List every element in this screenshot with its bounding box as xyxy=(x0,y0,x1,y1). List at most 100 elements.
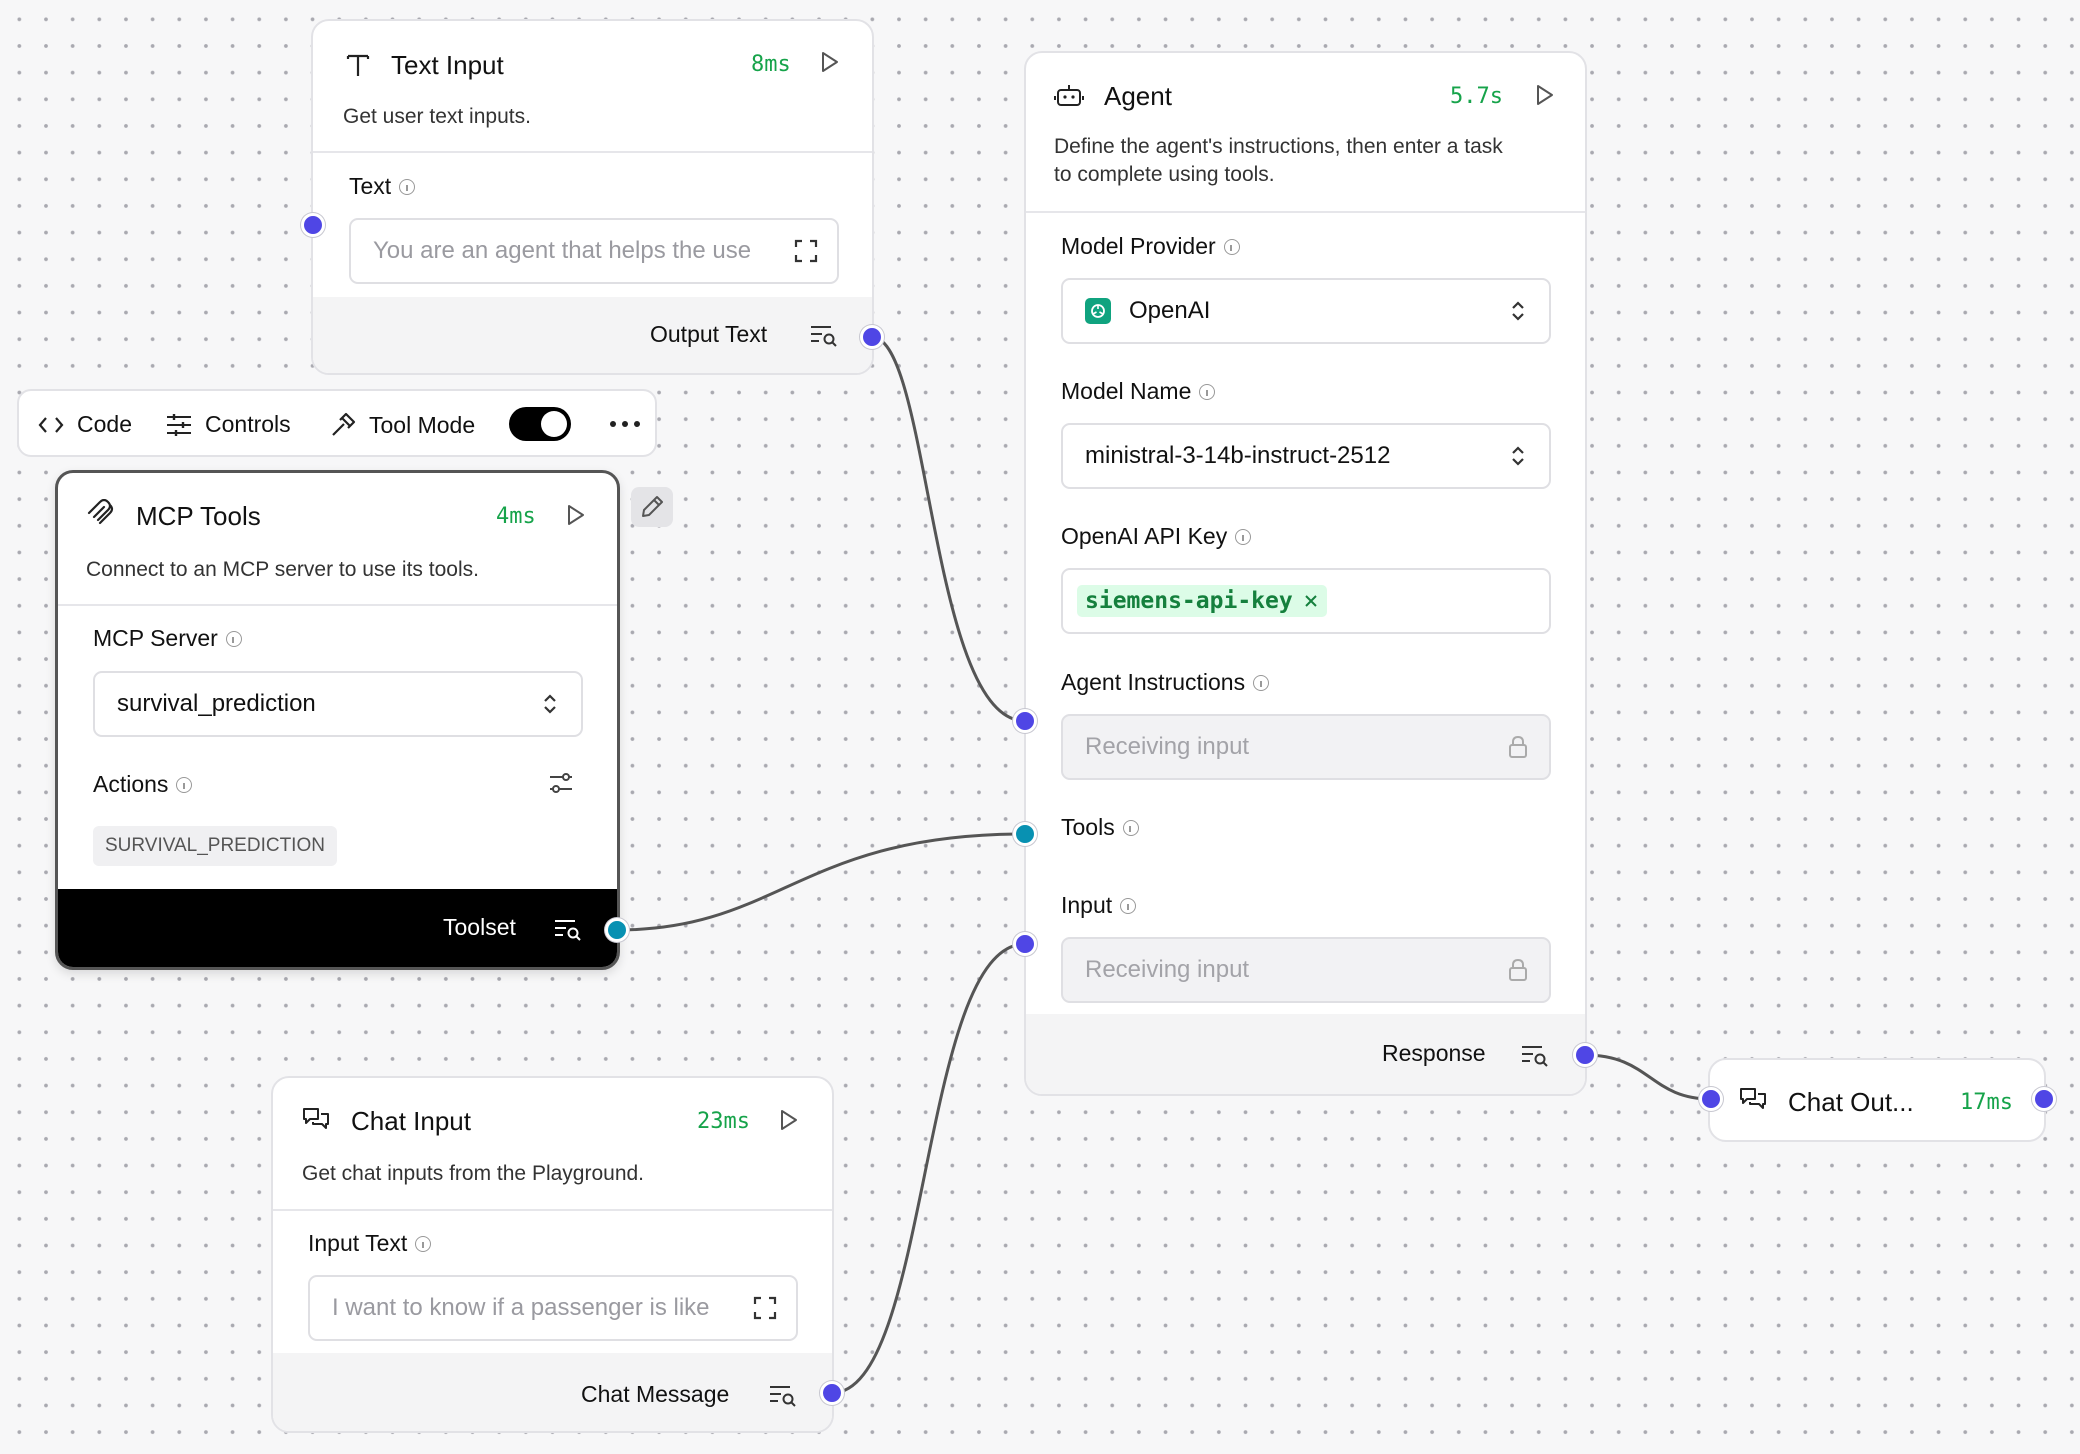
node-header: Text Input 8ms xyxy=(313,21,872,83)
node-title: Agent xyxy=(1104,81,1172,111)
node-description: Get chat inputs from the Playground. xyxy=(302,1162,645,1185)
api-key-field[interactable]: siemens-api-key xyxy=(1061,568,1551,634)
agent-node[interactable]: Agent 5.7s Define the agent's instructio… xyxy=(1024,51,1587,1096)
chat-output-node[interactable]: Chat Out... 17ms xyxy=(1708,1058,2046,1142)
agent-tools-handle[interactable] xyxy=(1013,822,1037,846)
info-icon xyxy=(225,630,242,647)
field-placeholder: Receiving input xyxy=(1085,733,1250,760)
chat-message-handle[interactable] xyxy=(820,1381,844,1405)
output-label: Output Text xyxy=(650,321,768,347)
code-label: Code xyxy=(77,411,132,437)
response-handle[interactable] xyxy=(1573,1043,1597,1067)
mcp-server-select[interactable]: survival_prediction xyxy=(93,671,583,737)
model-provider-select[interactable]: OpenAI xyxy=(1061,278,1551,344)
info-icon xyxy=(1235,528,1252,545)
more-icon[interactable] xyxy=(609,419,641,429)
label-text: Text xyxy=(349,173,392,199)
label-text: Tools xyxy=(1061,814,1115,840)
field-value: You are an agent that helps the use xyxy=(373,237,752,264)
model-name-select[interactable]: ministral-3-14b-instruct-2512 xyxy=(1061,423,1551,489)
input-text-field[interactable]: I want to know if a passenger is like xyxy=(308,1275,798,1341)
toolset-handle[interactable] xyxy=(605,918,629,942)
openai-logo-icon xyxy=(1085,298,1111,324)
node-title: MCP Tools xyxy=(136,501,261,531)
chevron-up-down-icon xyxy=(1512,446,1524,466)
run-time: 23ms xyxy=(697,1109,750,1134)
tag-text: SURVIVAL_PREDICTION xyxy=(105,835,325,856)
node-output: Toolset xyxy=(58,889,617,967)
field-value: I want to know if a passenger is like xyxy=(332,1294,710,1321)
node-description: Connect to an MCP server to use its tool… xyxy=(86,558,479,581)
play-icon[interactable] xyxy=(1531,82,1557,108)
output-label: Response xyxy=(1382,1040,1486,1066)
node-header: Agent 5.7s xyxy=(1026,53,1585,115)
tools-label: Tools xyxy=(1061,814,1139,841)
lock-icon xyxy=(1509,958,1527,981)
close-icon[interactable] xyxy=(1303,593,1319,609)
label-text: Actions xyxy=(93,771,169,797)
chat-output-output-handle[interactable] xyxy=(2032,1087,2056,1111)
text-input-node[interactable]: Text Input 8ms Get user text inputs. Tex… xyxy=(311,19,874,375)
field-placeholder: Receiving input xyxy=(1085,956,1250,983)
label-text: Model Provider xyxy=(1061,233,1216,259)
code-button[interactable]: Code xyxy=(37,411,132,438)
output-label: Toolset xyxy=(443,914,516,940)
api-key-tag[interactable]: siemens-api-key xyxy=(1077,585,1327,617)
node-title: Text Input xyxy=(391,50,504,80)
mcp-tools-node[interactable]: MCP Tools 4ms Connect to an MCP server t… xyxy=(55,470,620,970)
text-field-label: Text xyxy=(349,173,416,200)
agent-instructions-field: Receiving input xyxy=(1061,714,1551,780)
filter-settings-icon[interactable] xyxy=(547,769,575,797)
description-line: Define the agent's instructions, then en… xyxy=(1054,135,1503,158)
node-output: Output Text xyxy=(313,297,872,373)
code-icon xyxy=(38,416,64,433)
inspect-output-icon[interactable] xyxy=(553,917,583,941)
expand-icon[interactable] xyxy=(752,1295,778,1321)
input-text-label: Input Text xyxy=(308,1230,432,1257)
run-time: 5.7s xyxy=(1450,84,1503,109)
play-icon[interactable] xyxy=(816,49,842,75)
inspect-output-icon[interactable] xyxy=(809,323,839,347)
mcp-server-label: MCP Server xyxy=(93,625,242,652)
label-text: Agent Instructions xyxy=(1061,669,1246,695)
info-icon xyxy=(1223,238,1240,255)
node-output: Response xyxy=(1026,1014,1585,1094)
chat-input-node[interactable]: Chat Input 23ms Get chat inputs from the… xyxy=(271,1076,834,1433)
select-value: ministral-3-14b-instruct-2512 xyxy=(1085,442,1391,469)
info-icon xyxy=(1120,897,1137,914)
play-icon[interactable] xyxy=(775,1107,801,1133)
agent-instructions-label: Agent Instructions xyxy=(1061,669,1270,696)
action-tag[interactable]: SURVIVAL_PREDICTION xyxy=(93,826,337,866)
text-field[interactable]: You are an agent that helps the use xyxy=(349,218,839,284)
chevron-up-down-icon xyxy=(1512,301,1524,321)
edit-name-button[interactable] xyxy=(631,487,673,527)
label-text: Input xyxy=(1061,892,1113,918)
bot-icon xyxy=(1054,85,1084,106)
output-text-handle[interactable] xyxy=(860,325,884,349)
edge-toolset-to-tools xyxy=(616,832,1026,932)
select-value: survival_prediction xyxy=(117,690,316,717)
tool-mode-toggle[interactable] xyxy=(509,407,571,441)
node-title: Chat Input xyxy=(351,1106,471,1136)
text-input-input-handle[interactable] xyxy=(301,213,325,237)
api-key-value: siemens-api-key xyxy=(1085,588,1293,614)
model-provider-label: Model Provider xyxy=(1061,233,1240,260)
controls-button[interactable]: Controls xyxy=(165,411,291,438)
tool-mode-button[interactable]: Tool Mode xyxy=(329,411,475,439)
agent-input-handle[interactable] xyxy=(1013,932,1037,956)
expand-icon[interactable] xyxy=(793,238,819,264)
node-toolbar: Code Controls Tool Mode xyxy=(17,389,657,457)
node-header: MCP Tools 4ms xyxy=(58,473,617,535)
mcp-icon xyxy=(87,499,114,525)
actions-label: Actions xyxy=(93,771,193,798)
lock-icon xyxy=(1509,735,1527,758)
play-icon[interactable] xyxy=(562,502,588,528)
info-icon xyxy=(1253,674,1270,691)
agent-instructions-handle[interactable] xyxy=(1013,709,1037,733)
edge-response-to-chat-output xyxy=(1584,1053,1712,1101)
text-type-icon xyxy=(346,54,370,76)
inspect-output-icon[interactable] xyxy=(768,1383,798,1407)
info-icon xyxy=(1199,383,1216,400)
inspect-output-icon[interactable] xyxy=(1520,1043,1550,1067)
chat-output-input-handle[interactable] xyxy=(1699,1087,1723,1111)
